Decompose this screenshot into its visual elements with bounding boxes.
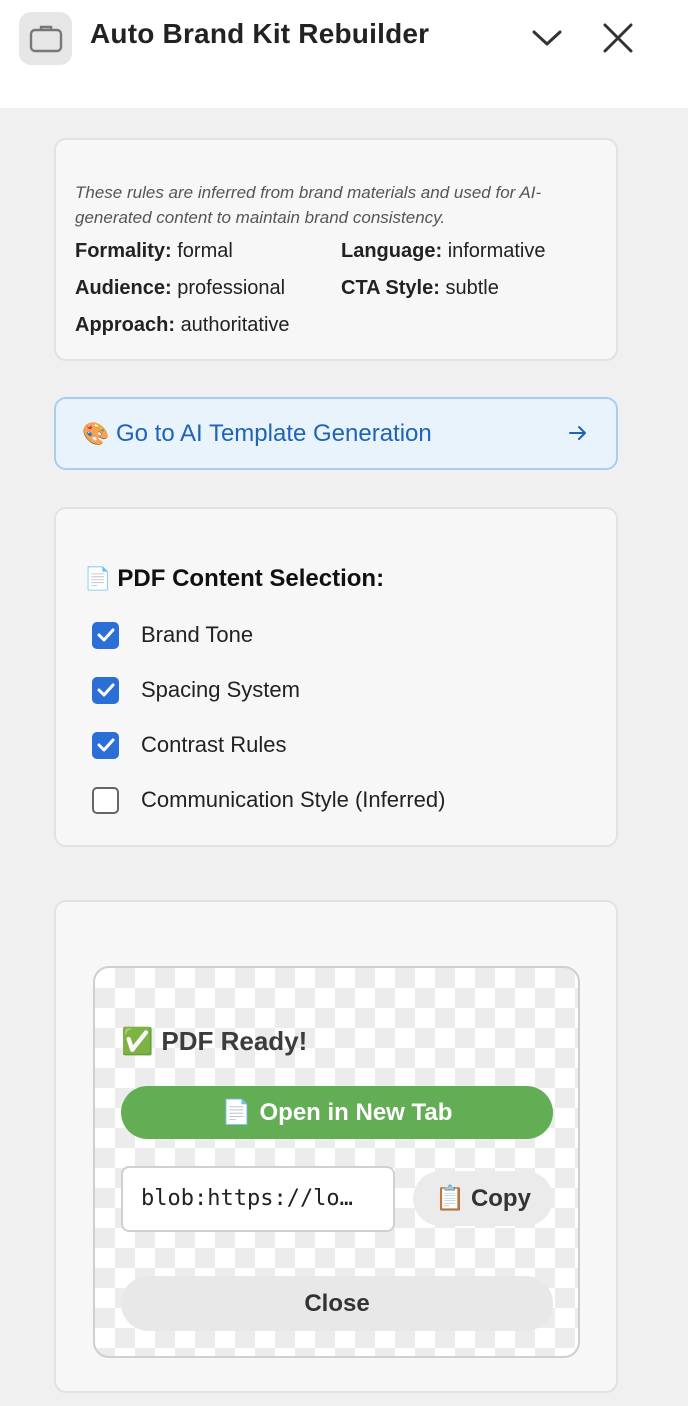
tone-audience: Audience: professional (75, 277, 286, 299)
checkbox-checked[interactable] (92, 621, 119, 649)
tone-note: These rules are inferred from brand mate… (75, 183, 542, 227)
tone-cta-style: CTA Style: subtle (341, 277, 499, 299)
chevron-down-icon (532, 30, 562, 46)
palette-icon: 🎨 (82, 421, 110, 446)
checkbox-checked[interactable] (92, 676, 119, 704)
ai-link-label: Go to AI Template Generation (116, 420, 432, 447)
pdf-result-card: ✅ PDF Ready! 📄 Open in New Tab blob:http… (54, 900, 618, 1393)
close-icon (603, 23, 633, 53)
close-button[interactable]: Close (121, 1276, 553, 1331)
briefcase-icon (19, 12, 72, 65)
panel-header: Auto Brand Kit Rebuilder (0, 0, 688, 108)
checkmark-icon (97, 738, 114, 752)
document-icon: 📄 (221, 1099, 252, 1126)
option-label: Spacing System (141, 677, 300, 702)
app-title: Auto Brand Kit Rebuilder (90, 18, 430, 49)
pdf-ready-panel: ✅ PDF Ready! 📄 Open in New Tab blob:http… (93, 966, 580, 1358)
close-panel-button[interactable] (596, 16, 640, 60)
document-icon: 📄 (84, 566, 112, 591)
option-label: Brand Tone (141, 622, 254, 647)
checkmark-icon (97, 683, 114, 697)
copy-button[interactable]: 📋 Copy (413, 1171, 553, 1226)
tone-language: Language: informative (341, 240, 546, 262)
collapse-button[interactable] (525, 16, 569, 60)
check-mark-icon: ✅ (121, 1026, 154, 1056)
option-contrast-rules[interactable]: Contrast Rules (92, 730, 287, 760)
option-spacing-system[interactable]: Spacing System (92, 675, 300, 705)
checkmark-icon (97, 628, 114, 642)
tone-approach: Approach: authoritative (75, 314, 290, 336)
clipboard-icon: 📋 (435, 1185, 465, 1212)
checkbox-unchecked[interactable] (92, 786, 119, 814)
arrow-right-icon (569, 426, 586, 440)
option-communication-style[interactable]: Communication Style (Inferred) (92, 785, 445, 815)
option-label: Contrast Rules (141, 732, 287, 757)
ai-template-generation-link[interactable]: 🎨 Go to AI Template Generation (54, 397, 618, 470)
open-in-new-tab-button[interactable]: 📄 Open in New Tab (121, 1086, 553, 1139)
option-label: Communication Style (Inferred) (141, 787, 446, 812)
tone-formality: Formality: formal (75, 240, 233, 262)
pdf-content-selection-card: 📄 PDF Content Selection: Brand Tone Spac… (54, 507, 618, 847)
checkbox-checked[interactable] (92, 731, 119, 759)
pdf-ready-status: ✅ PDF Ready! (121, 1026, 308, 1056)
option-brand-tone[interactable]: Brand Tone (92, 620, 253, 650)
pdf-url-field[interactable]: blob:https://lo… (121, 1166, 395, 1232)
pdf-selection-title: 📄 PDF Content Selection: (84, 565, 385, 592)
brand-tone-card: These rules are inferred from brand mate… (54, 138, 618, 361)
